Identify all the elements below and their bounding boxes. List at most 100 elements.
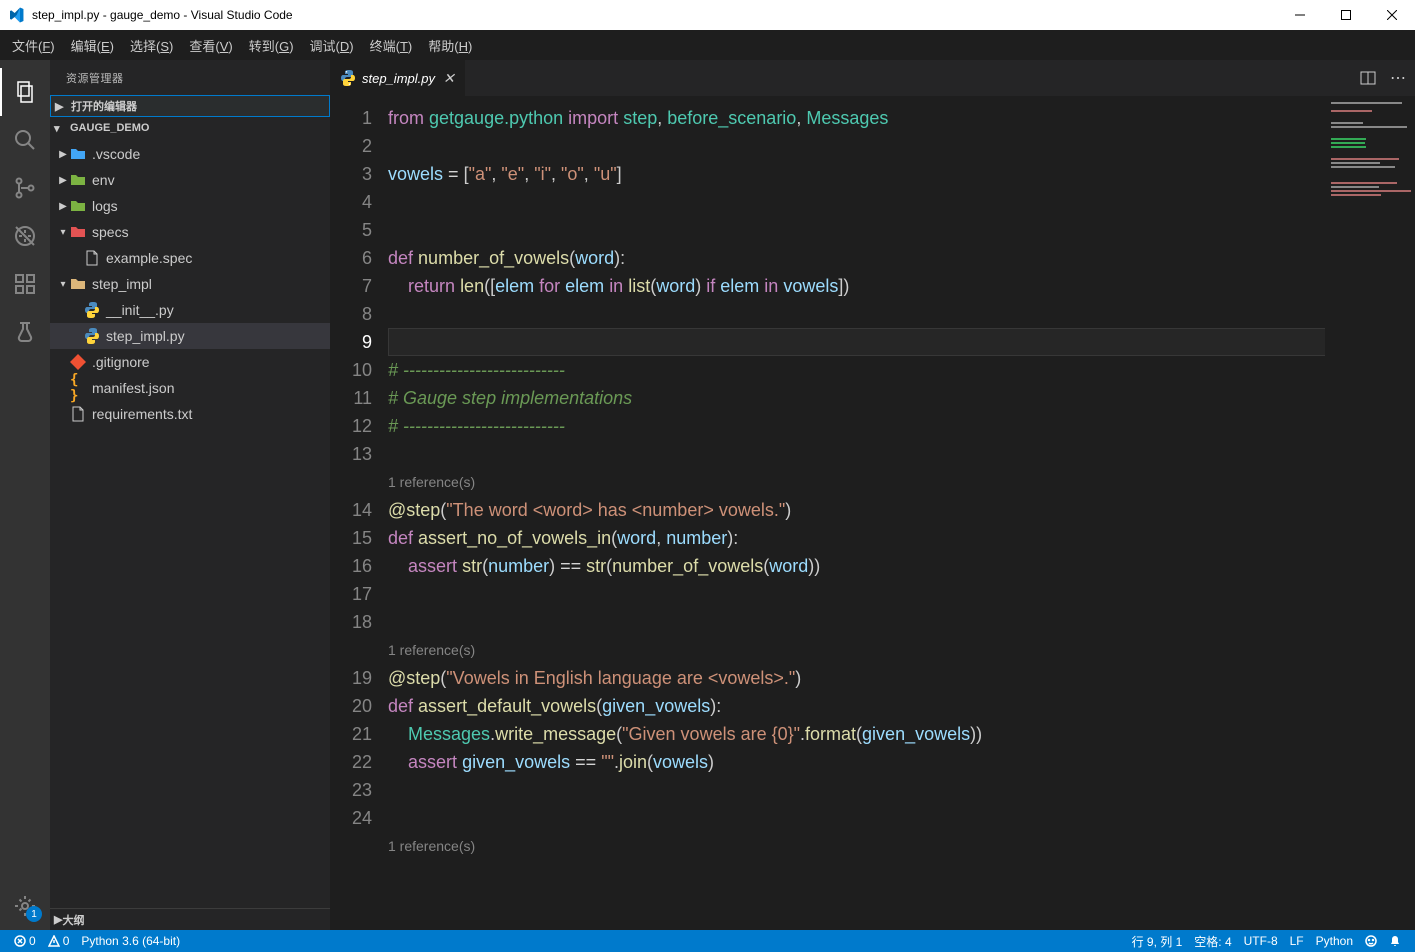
status-spaces[interactable]: 空格: 4 (1188, 933, 1237, 950)
status-interpreter[interactable]: Python 3.6 (64-bit) (75, 934, 186, 948)
split-editor-icon[interactable] (1360, 70, 1376, 86)
code-line-13[interactable] (388, 440, 1415, 468)
tree-item--vscode[interactable]: ▶.vscode (50, 141, 330, 167)
titlebar: step_impl.py - gauge_demo - Visual Studi… (0, 0, 1415, 30)
close-button[interactable] (1369, 0, 1415, 30)
status-bell-icon[interactable] (1383, 935, 1407, 947)
tab-label: step_impl.py (362, 71, 435, 86)
tree-item-example-spec[interactable]: example.spec (50, 245, 330, 271)
activity-test[interactable] (0, 308, 50, 356)
menu-g[interactable]: 转到(G) (241, 32, 302, 59)
code-line-12[interactable]: # --------------------------- (388, 412, 1415, 440)
tree-item-step-impl-py[interactable]: step_impl.py (50, 323, 330, 349)
menu-e[interactable]: 编辑(E) (63, 32, 122, 59)
status-lang[interactable]: Python (1310, 934, 1359, 948)
tree-item--init-py[interactable]: __init__.py (50, 297, 330, 323)
code-line-9[interactable] (388, 328, 1415, 356)
file-tree: ▶.vscode▶env▶logs▾specs example.spec▾ste… (50, 139, 330, 908)
status-warnings[interactable]: 0 (42, 934, 76, 948)
code-line-20[interactable]: def assert_default_vowels(given_vowels): (388, 692, 1415, 720)
menu-t[interactable]: 终端(T) (362, 32, 421, 59)
folder-icon (70, 198, 86, 214)
folder-icon (70, 172, 86, 188)
status-eol[interactable]: LF (1284, 934, 1310, 948)
code-line-23[interactable] (388, 776, 1415, 804)
tree-item-step-impl[interactable]: ▾step_impl (50, 271, 330, 297)
status-feedback-icon[interactable] (1359, 935, 1383, 947)
line-gutter: 12345678910111213 1415161718 19202122232… (330, 96, 388, 930)
tree-item-env[interactable]: ▶env (50, 167, 330, 193)
menu-s[interactable]: 选择(S) (122, 32, 181, 59)
code-line-2[interactable] (388, 132, 1415, 160)
code-line-11[interactable]: # Gauge step implementations (388, 384, 1415, 412)
code-line-7[interactable]: return len([elem for elem in list(word) … (388, 272, 1415, 300)
activity-search[interactable] (0, 116, 50, 164)
tree-item--gitignore[interactable]: .gitignore (50, 349, 330, 375)
code-line-21[interactable]: Messages.write_message("Given vowels are… (388, 720, 1415, 748)
git-icon (70, 354, 86, 370)
tab-bar: step_impl.py ✕ ⋯ (330, 60, 1415, 96)
statusbar: 0 0 Python 3.6 (64-bit) 行 9, 列 1 空格: 4 U… (0, 930, 1415, 952)
activity-debug[interactable] (0, 212, 50, 260)
code-line-6[interactable]: def number_of_vowels(word): (388, 244, 1415, 272)
activity-extensions[interactable] (0, 260, 50, 308)
folder-icon (70, 276, 86, 292)
settings-badge: 1 (26, 906, 42, 922)
code-line-19[interactable]: @step("Vowels in English language are <v… (388, 664, 1415, 692)
section-project[interactable]: ▾GAUGE_DEMO (50, 117, 330, 139)
activity-scm[interactable] (0, 164, 50, 212)
window-title: step_impl.py - gauge_demo - Visual Studi… (32, 8, 1277, 22)
minimize-button[interactable] (1277, 0, 1323, 30)
code-line-14[interactable]: @step("The word <word> has <number> vowe… (388, 496, 1415, 524)
menu-f[interactable]: 文件(F) (4, 32, 63, 59)
code-line-22[interactable]: assert given_vowels == "".join(vowels) (388, 748, 1415, 776)
vscode-icon (8, 7, 24, 23)
tree-item-logs[interactable]: ▶logs (50, 193, 330, 219)
activity-bar: 1 (0, 60, 50, 930)
file-icon (70, 406, 86, 422)
tab-close-icon[interactable]: ✕ (443, 70, 455, 87)
status-rowcol[interactable]: 行 9, 列 1 (1126, 933, 1189, 950)
folder-icon (70, 224, 86, 240)
status-errors[interactable]: 0 (8, 934, 42, 948)
section-open-editors[interactable]: ▶打开的编辑器 (50, 95, 330, 117)
tree-item-requirements-txt[interactable]: requirements.txt (50, 401, 330, 427)
tree-item-specs[interactable]: ▾specs (50, 219, 330, 245)
py-icon (84, 328, 100, 344)
code-line-4[interactable] (388, 188, 1415, 216)
tree-item-manifest-json[interactable]: { }manifest.json (50, 375, 330, 401)
code-line-5[interactable] (388, 216, 1415, 244)
code-line-15[interactable]: def assert_no_of_vowels_in(word, number)… (388, 524, 1415, 552)
code-line-3[interactable]: vowels = ["a", "e", "i", "o", "u"] (388, 160, 1415, 188)
code-line-16[interactable]: assert str(number) == str(number_of_vowe… (388, 552, 1415, 580)
code-line-10[interactable]: # --------------------------- (388, 356, 1415, 384)
folder-icon (70, 146, 86, 162)
py-icon (84, 302, 100, 318)
codelens[interactable]: 1 reference(s) (388, 468, 1415, 496)
status-encoding[interactable]: UTF-8 (1238, 934, 1284, 948)
tab-step-impl[interactable]: step_impl.py ✕ (330, 60, 465, 96)
code-line-17[interactable] (388, 580, 1415, 608)
activity-explorer[interactable] (0, 68, 50, 116)
menu-h[interactable]: 帮助(H) (420, 32, 480, 59)
activity-settings[interactable]: 1 (0, 882, 50, 930)
minimap[interactable] (1325, 96, 1415, 930)
section-outline[interactable]: ▶大纲 (50, 908, 330, 930)
editor-group: step_impl.py ✕ ⋯ 12345678910111213 14151… (330, 60, 1415, 930)
menu-d[interactable]: 调试(D) (302, 32, 362, 59)
more-actions-icon[interactable]: ⋯ (1390, 68, 1407, 88)
sidebar-title: 资源管理器 (50, 60, 330, 95)
code-line-8[interactable] (388, 300, 1415, 328)
python-icon (340, 70, 356, 86)
code-area[interactable]: from getgauge.python import step, before… (388, 96, 1415, 930)
sidebar: 资源管理器 ▶打开的编辑器 ▾GAUGE_DEMO ▶.vscode▶env▶l… (50, 60, 330, 930)
code-line-18[interactable] (388, 608, 1415, 636)
maximize-button[interactable] (1323, 0, 1369, 30)
json-icon: { } (70, 380, 86, 396)
codelens[interactable]: 1 reference(s) (388, 636, 1415, 664)
code-line-1[interactable]: from getgauge.python import step, before… (388, 104, 1415, 132)
menu-v[interactable]: 查看(V) (181, 32, 240, 59)
menubar: 文件(F)编辑(E)选择(S)查看(V)转到(G)调试(D)终端(T)帮助(H) (0, 30, 1415, 60)
code-line-24[interactable] (388, 804, 1415, 832)
codelens[interactable]: 1 reference(s) (388, 832, 1415, 860)
